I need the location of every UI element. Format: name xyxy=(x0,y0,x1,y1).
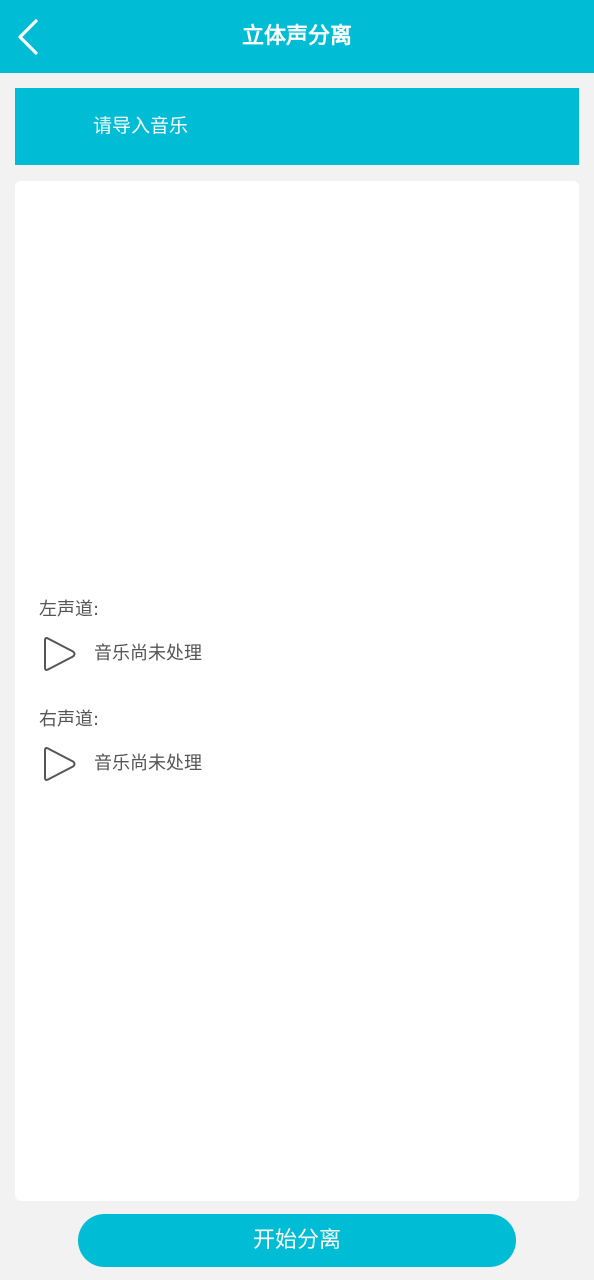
app-header: 立体声分离 xyxy=(0,0,594,73)
play-icon xyxy=(44,747,76,781)
import-music-label: 请导入音乐 xyxy=(93,115,189,137)
import-music-button[interactable]: 请导入音乐 xyxy=(15,88,579,165)
start-separation-button[interactable]: 开始分离 xyxy=(78,1214,516,1267)
left-channel-play-button[interactable] xyxy=(41,634,79,674)
page-title: 立体声分离 xyxy=(241,24,352,49)
play-icon xyxy=(44,637,76,671)
channels-card: 左声道: 音乐尚未处理 右声道: 音乐尚未处理 xyxy=(15,181,579,1201)
left-channel-label: 左声道: xyxy=(39,599,100,620)
right-channel-play-button[interactable] xyxy=(41,744,79,784)
left-channel-status: 音乐尚未处理 xyxy=(94,643,202,664)
right-channel-status: 音乐尚未处理 xyxy=(94,753,202,774)
right-channel-label: 右声道: xyxy=(39,709,100,730)
